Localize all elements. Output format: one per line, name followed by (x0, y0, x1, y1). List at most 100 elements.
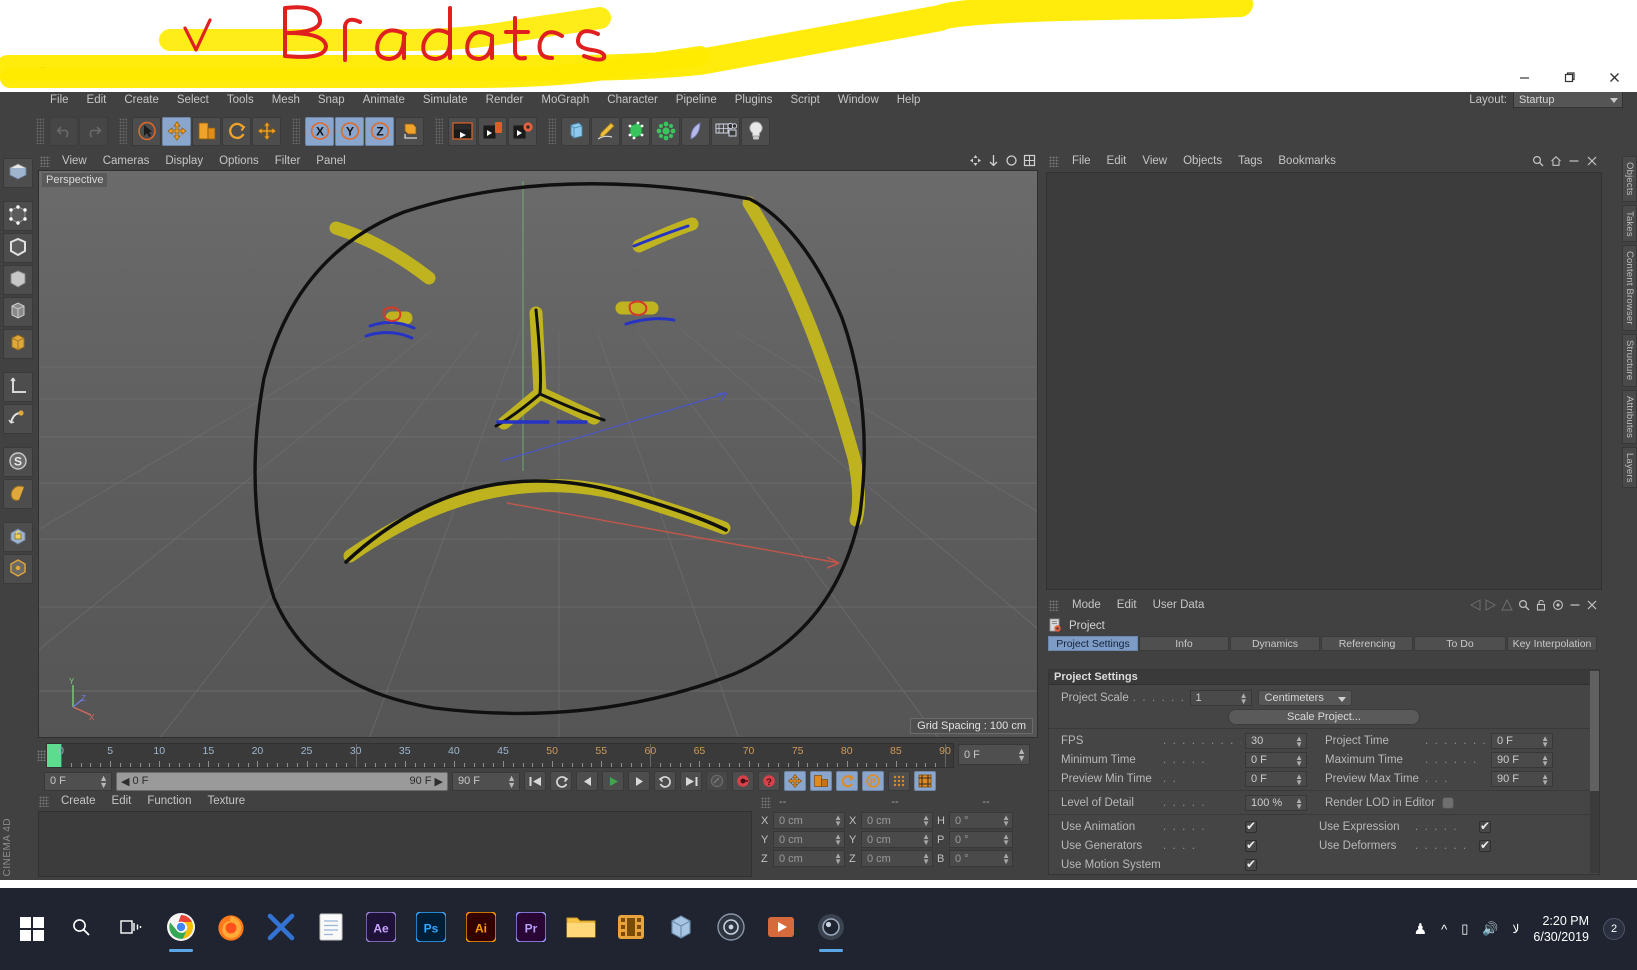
attributes-tab-referencing[interactable]: Referencing (1321, 636, 1413, 651)
axis-x-button[interactable]: X (305, 116, 334, 146)
spinner-icon[interactable]: ▲ ▼ (99, 773, 108, 789)
coord-size-field[interactable]: 0 cm ▲ ▼ (861, 850, 933, 867)
toggle-checkbox[interactable] (1245, 819, 1257, 833)
taskbar-chrome-button[interactable] (156, 901, 206, 957)
material-manager-body[interactable] (38, 811, 752, 877)
viewport-3d[interactable]: Perspective Grid Spacing : 100 cm Y X Z (38, 170, 1038, 738)
taskbar-video-app-button[interactable] (756, 901, 806, 957)
edge-mode-button[interactable] (3, 233, 33, 263)
move-tool-button[interactable] (162, 116, 191, 146)
quantize-button[interactable] (3, 554, 33, 584)
edge-tab-attributes[interactable]: Attributes (1622, 389, 1637, 444)
object-manager-menu-edit[interactable]: Edit (1099, 152, 1135, 171)
current-frame-field[interactable]: 0 F ▲ ▼ (44, 771, 112, 791)
cube-primitive-button[interactable] (561, 116, 590, 146)
taskbar-file-explorer-button[interactable] (556, 901, 606, 957)
record-key-icon[interactable] (706, 771, 728, 791)
live-selection-button[interactable] (132, 116, 161, 146)
point-level-animation-button[interactable] (888, 771, 910, 791)
minimize-panel-icon[interactable] (1569, 599, 1581, 611)
texture-axis-button[interactable] (3, 372, 33, 402)
environment-button[interactable] (681, 116, 710, 146)
menu-item-mesh[interactable]: Mesh (263, 90, 309, 110)
edge-tab-content-browser[interactable]: Content Browser (1622, 245, 1637, 332)
spinner-icon[interactable]: ▲ ▼ (1295, 734, 1303, 748)
attributes-tab-info[interactable]: Info (1139, 636, 1229, 651)
menu-item-select[interactable]: Select (168, 90, 218, 110)
viewport-solo-button[interactable] (3, 479, 33, 509)
object-manager-menu-objects[interactable]: Objects (1175, 152, 1230, 171)
menu-item-help[interactable]: Help (888, 90, 930, 110)
previous-frame-button[interactable] (576, 771, 598, 791)
spinner-icon[interactable]: ▲ ▼ (1017, 747, 1026, 763)
spinner-icon[interactable]: ▲ ▼ (922, 814, 930, 828)
project-scale-unit-dropdown[interactable]: Centimeters (1257, 689, 1352, 706)
taskbar-cinema4d-active-button[interactable] (806, 901, 856, 957)
coord-position-field[interactable]: 0 cm ▲ ▼ (773, 831, 845, 848)
taskbar-notepad-button[interactable] (306, 901, 356, 957)
menu-item-tools[interactable]: Tools (218, 90, 263, 110)
spinner-icon[interactable]: ▲ ▼ (922, 833, 930, 847)
attributes-content[interactable]: Project Settings Project Scale . . . . .… (1048, 669, 1600, 875)
spinner-icon[interactable]: ▲ ▼ (1541, 734, 1549, 748)
attributes-menu-mode[interactable]: Mode (1064, 596, 1109, 615)
timeline-window-button[interactable] (914, 771, 936, 791)
menu-item-create[interactable]: Create (115, 90, 168, 110)
coord-rotation-field[interactable]: 0 ° ▲ ▼ (949, 850, 1013, 867)
go-to-start-button[interactable] (524, 771, 546, 791)
go-to-end-button[interactable] (680, 771, 702, 791)
edge-tab-objects[interactable]: Objects (1622, 156, 1637, 202)
workplane-button[interactable] (3, 158, 33, 188)
range-right-handle-icon[interactable]: ▶ (435, 775, 443, 788)
axis-y-button[interactable]: Y (335, 116, 364, 146)
attribute-field[interactable]: 0 F ▲ ▼ (1245, 751, 1307, 768)
object-manager-menu-file[interactable]: File (1064, 152, 1099, 171)
edge-tab-layers[interactable]: Layers (1622, 446, 1637, 489)
spinner-icon[interactable]: ▲ ▼ (1002, 852, 1010, 866)
viewport-menu-view[interactable]: View (54, 152, 95, 170)
scale-tool-button[interactable] (192, 116, 221, 146)
menu-item-character[interactable]: Character (598, 90, 667, 110)
maximize-view-icon[interactable] (1023, 154, 1036, 167)
render-view-button[interactable] (448, 116, 477, 146)
coord-position-field[interactable]: 0 cm ▲ ▼ (773, 850, 845, 867)
max-frame-field[interactable]: 90 F ▲ ▼ (452, 771, 520, 791)
taskbar-task-view-button[interactable] (106, 901, 156, 957)
attributes-tab-key-interpolation[interactable]: Key Interpolation (1507, 636, 1597, 651)
spinner-icon[interactable]: ▲ ▼ (834, 852, 842, 866)
timeline-end-field[interactable]: 0 F ▲ ▼ (958, 744, 1030, 765)
attributes-tab-project-settings[interactable]: Project Settings (1048, 636, 1138, 651)
volume-icon[interactable]: 🔊 (1482, 921, 1498, 937)
attributes-menu-edit[interactable]: Edit (1109, 596, 1145, 615)
object-manager-menu-view[interactable]: View (1134, 152, 1175, 171)
attributes-scrollbar-thumb[interactable] (1590, 671, 1599, 791)
layout-dropdown[interactable]: Startup (1513, 91, 1623, 108)
coord-position-field[interactable]: 0 cm ▲ ▼ (773, 812, 845, 829)
camera-button[interactable] (711, 116, 740, 146)
toggle-checkbox[interactable] (1245, 857, 1257, 871)
toggle-checkbox-2[interactable] (1479, 819, 1491, 833)
move-view-icon[interactable] (969, 154, 982, 167)
panel-grip-icon[interactable] (1049, 600, 1059, 611)
taskbar-recorder-button[interactable] (706, 901, 756, 957)
panel-grip-icon[interactable] (40, 155, 50, 167)
position-key-button[interactable] (784, 771, 806, 791)
edge-tab-structure[interactable]: Structure (1622, 334, 1637, 387)
home-icon[interactable] (1550, 155, 1562, 167)
menu-item-file[interactable]: File (41, 90, 78, 110)
object-mode-button[interactable] (3, 329, 33, 359)
viewport-menu-panel[interactable]: Panel (308, 152, 353, 170)
attribute-field[interactable]: 0 F ▲ ▼ (1245, 770, 1307, 787)
toggle-checkbox[interactable] (1245, 838, 1257, 852)
edge-tab-takes[interactable]: Takes (1622, 204, 1637, 243)
attribute-field-2[interactable]: 0 F ▲ ▼ (1491, 732, 1553, 749)
maximize-button[interactable] (1547, 62, 1592, 92)
attributes-menu-user-data[interactable]: User Data (1145, 596, 1213, 615)
generator-button[interactable] (621, 116, 650, 146)
menu-item-snap[interactable]: Snap (309, 90, 354, 110)
menu-item-simulate[interactable]: Simulate (414, 90, 477, 110)
menu-item-window[interactable]: Window (829, 90, 888, 110)
taskbar-premiere-button[interactable]: Pr (506, 901, 556, 957)
keyframe-selection-button[interactable]: ? (758, 771, 780, 791)
taskbar-media-app-button[interactable] (606, 901, 656, 957)
